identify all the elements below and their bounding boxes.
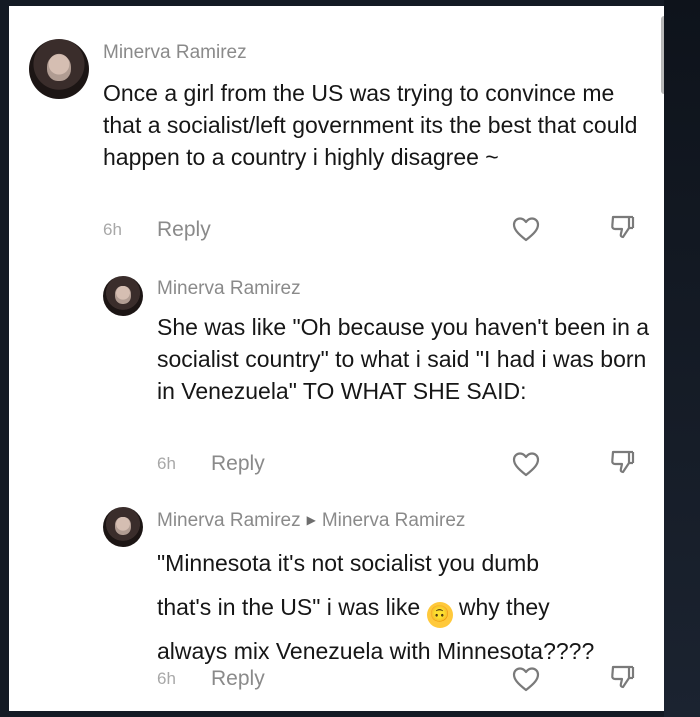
comment-text-segment: why they (458, 594, 550, 620)
dislike-icon[interactable] (607, 213, 637, 243)
dislike-icon[interactable] (607, 663, 637, 693)
comment-meta: 6h Reply (103, 218, 211, 242)
reply-button[interactable]: Reply (211, 667, 265, 691)
heart-icon[interactable] (511, 664, 541, 694)
upside-down-face-emoji: 🙃 (426, 602, 453, 628)
comment-text: "Minnesota it's not socialist you dumb t… (157, 541, 657, 673)
comment-meta: 6h Reply (157, 667, 265, 691)
caret-right-icon: ▶ (306, 513, 316, 527)
comment-text-line: that's in the US" i was like 🙃 why they (157, 585, 657, 629)
comment-time: 6h (103, 220, 122, 239)
avatar[interactable] (103, 276, 143, 316)
reply-to-author[interactable]: Minerva Ramirez (322, 510, 466, 531)
dislike-icon[interactable] (607, 448, 637, 478)
reply-button[interactable]: Reply (157, 218, 211, 242)
background-edge (664, 0, 700, 717)
comment-text-segment: that's in the US" i was like (157, 594, 421, 620)
comment-text: She was like "Oh because you haven't bee… (157, 314, 650, 404)
comments-panel: Minerva Ramirez Once a girl from the US … (9, 6, 664, 711)
comment-author-line: Minerva Ramirez ▶ Minerva Ramirez (157, 510, 465, 532)
avatar[interactable] (103, 507, 143, 547)
comment-author[interactable]: Minerva Ramirez (157, 510, 301, 531)
reply-button[interactable]: Reply (211, 452, 265, 476)
comment-text-line: "Minnesota it's not socialist you dumb (157, 550, 540, 576)
comment-text: Once a girl from the US was trying to co… (103, 80, 638, 170)
heart-icon[interactable] (511, 449, 541, 479)
heart-icon[interactable] (511, 214, 541, 244)
comment-meta: 6h Reply (157, 452, 265, 476)
comment-author[interactable]: Minerva Ramirez (157, 278, 301, 300)
comment-time: 6h (157, 454, 176, 473)
avatar[interactable] (29, 39, 89, 99)
comment-author[interactable]: Minerva Ramirez (103, 42, 247, 64)
comment-time: 6h (157, 669, 176, 688)
